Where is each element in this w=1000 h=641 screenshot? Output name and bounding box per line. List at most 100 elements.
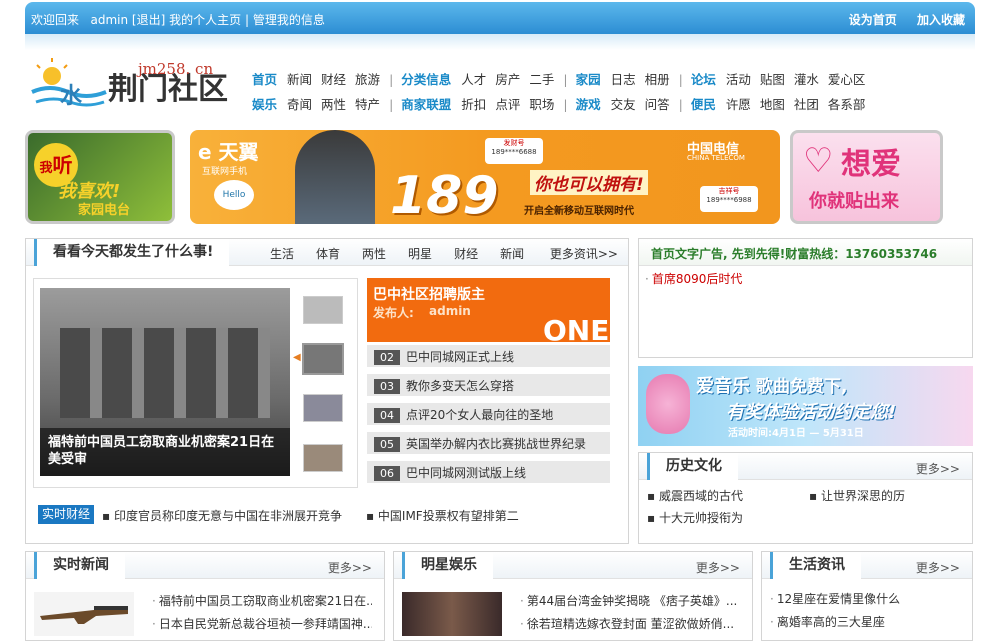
thumbnail-3[interactable] xyxy=(303,394,343,422)
site-logo[interactable]: 水 荆门社区 jm258. cn xyxy=(30,58,230,118)
nav2-item-10[interactable]: 游戏 xyxy=(576,94,601,113)
news-thumbnail[interactable] xyxy=(34,592,134,636)
nav2-item-18[interactable]: 各系部 xyxy=(828,94,866,113)
history-item[interactable]: ▪ 十大元帅授衔为 xyxy=(647,509,743,526)
nav-separator: | xyxy=(389,72,394,87)
nav-separator: | xyxy=(563,72,568,87)
nav2-item-17[interactable]: 社团 xyxy=(794,94,819,113)
add-favorite-link[interactable]: 加入收藏 xyxy=(917,13,965,27)
today-tab-0[interactable]: 生活 xyxy=(270,247,294,261)
main-nav-row-1: 首页 新闻 财经 旅游 | 分类信息 人才 房产 二手 | 家园 日志 相册 | 论坛 活动 贴图 灌水 爱心区 xyxy=(252,69,874,88)
music-title3: 有奖体验活动约定您! xyxy=(726,402,897,423)
manage-info-link[interactable]: 管理我的信息 xyxy=(253,13,325,27)
item-text: 巴中同城网正式上线 xyxy=(406,350,515,364)
thumbnail-2[interactable] xyxy=(302,343,344,375)
my-homepage-link[interactable]: 我的个人主页 xyxy=(169,13,241,27)
nav1-item-5[interactable]: 分类信息 xyxy=(401,69,451,88)
top-bar: 欢迎回来 admin [退出] 我的个人主页 | 管理我的信息 设为首页 加入收… xyxy=(25,2,975,34)
nav2-item-6[interactable]: 折扣 xyxy=(461,94,486,113)
nav2-item-16[interactable]: 地图 xyxy=(760,94,785,113)
nav1-item-7[interactable]: 房产 xyxy=(495,69,520,88)
nav1-item-11[interactable]: 日志 xyxy=(611,69,636,88)
nav2-item-2[interactable]: 两性 xyxy=(321,94,346,113)
stars-thumbnail[interactable] xyxy=(402,592,502,636)
music-banner[interactable]: 爱音乐 歌曲免费下, 有奖体验活动约定您! 活动时间:4月1日 — 5月31日 xyxy=(638,366,973,446)
nav1-item-10[interactable]: 家园 xyxy=(576,69,601,88)
tianyi-banner[interactable]: e 天翼 互联网手机 Hello 189 你也可以拥有! 开启全新移动互联网时代… xyxy=(190,130,780,224)
today-title: 看看今天都发生了什么事! xyxy=(34,239,230,266)
thumbnail-1[interactable] xyxy=(303,296,343,324)
username-link[interactable]: admin xyxy=(90,13,128,27)
history-item[interactable]: ▪ 威震西域的古代 xyxy=(647,487,743,504)
radio-banner[interactable]: 我听 我喜欢! 家园电台 xyxy=(25,130,175,224)
nav1-item-1[interactable]: 新闻 xyxy=(287,69,312,88)
today-tab-4[interactable]: 财经 xyxy=(454,247,478,261)
headline-photo[interactable]: 福特前中国员工窃取商业机密案21日在美受审 xyxy=(40,288,290,476)
nav2-item-3[interactable]: 特产 xyxy=(355,94,380,113)
ad-panel: 首页文字广告, 先到先得!财富热线：13760353746 首席8090后时代 xyxy=(638,238,973,358)
tianyi-brand: e 天翼 xyxy=(198,140,259,164)
nav1-item-2[interactable]: 财经 xyxy=(321,69,346,88)
set-homepage-link[interactable]: 设为首页 xyxy=(849,13,897,27)
featured-deco: ONE xyxy=(543,314,610,342)
nav1-item-6[interactable]: 人才 xyxy=(461,69,486,88)
numbered-item[interactable]: 02 巴中同城网正式上线 xyxy=(367,345,610,370)
nav2-item-15[interactable]: 许愿 xyxy=(726,94,751,113)
nav1-item-12[interactable]: 相册 xyxy=(645,69,670,88)
today-tab-1[interactable]: 体育 xyxy=(316,247,340,261)
item-number: 02 xyxy=(374,350,400,365)
news-item[interactable]: 福特前中国员工窃取商业机密案21日在... xyxy=(152,590,372,613)
today-tab-3[interactable]: 明星 xyxy=(408,247,432,261)
news-more-link[interactable]: 更多>> xyxy=(328,559,372,576)
stars-item[interactable]: 第44届台湾金钟奖揭晓 《痞子英雄》... xyxy=(520,590,740,613)
spokesman-image xyxy=(295,130,375,224)
nav1-item-16[interactable]: 贴图 xyxy=(760,69,785,88)
numbered-item[interactable]: 06 巴中同城网测试版上线 xyxy=(367,461,610,486)
nav2-item-7[interactable]: 点评 xyxy=(495,94,520,113)
nav1-item-0[interactable]: 首页 xyxy=(252,69,277,88)
nav2-item-12[interactable]: 问答 xyxy=(645,94,670,113)
numbered-item[interactable]: 03 教你多变天怎么穿搭 xyxy=(367,374,610,399)
finance-item[interactable]: ▪ 中国IMF投票权有望排第二 xyxy=(366,509,519,523)
love-banner[interactable]: ♡ 想爱 你就贴出来 xyxy=(790,130,943,224)
item-text: 点评20个女人最向往的圣地 xyxy=(406,408,554,422)
featured-post[interactable]: 巴中社区招聘版主 发布人: admin ONE xyxy=(367,278,610,342)
news-item[interactable]: 日本自民党新总裁谷垣祯一参拜靖国神... xyxy=(152,613,372,636)
today-more-link[interactable]: 更多资讯>> xyxy=(550,245,618,262)
nav2-item-14[interactable]: 便民 xyxy=(691,94,716,113)
nav2-item-11[interactable]: 交友 xyxy=(611,94,636,113)
life-item[interactable]: 12星座在爱情里像什么 xyxy=(770,588,965,611)
nav1-item-15[interactable]: 活动 xyxy=(726,69,751,88)
photo-people xyxy=(60,328,270,418)
numbered-item[interactable]: 05 英国举办解内衣比赛挑战世界纪录 xyxy=(367,432,610,457)
nav2-item-8[interactable]: 职场 xyxy=(529,94,554,113)
stars-item[interactable]: 徐若瑄精选嫁衣登封面 董涩欲做娇俏... xyxy=(520,613,740,636)
tianyi-tag: 开启全新移动互联网时代 xyxy=(524,206,634,217)
ad-item[interactable]: 首席8090后时代 xyxy=(645,268,966,291)
history-panel: 历史文化 更多>> ▪ 威震西域的古代 ▪ 让世界深思的历 ▪ 十大元帅授衔为 xyxy=(638,452,973,544)
life-item[interactable]: 离婚率高的三大星座 xyxy=(770,611,965,634)
history-item[interactable]: ▪ 让世界深思的历 xyxy=(809,487,905,504)
nav1-item-14[interactable]: 论坛 xyxy=(691,69,716,88)
thumbnail-4[interactable] xyxy=(303,444,343,472)
history-more-link[interactable]: 更多>> xyxy=(916,460,960,477)
life-more-link[interactable]: 更多>> xyxy=(916,559,960,576)
logout-link[interactable]: [退出] xyxy=(132,13,165,27)
music-title1: 爱音乐 xyxy=(696,376,750,397)
today-tab-5[interactable]: 新闻 xyxy=(500,247,524,261)
nav1-item-17[interactable]: 灌水 xyxy=(794,69,819,88)
nav2-item-5[interactable]: 商家联盟 xyxy=(401,94,451,113)
featured-publisher: admin xyxy=(429,304,471,318)
nav1-item-18[interactable]: 爱心区 xyxy=(828,69,866,88)
stars-more-link[interactable]: 更多>> xyxy=(696,559,740,576)
nav1-item-8[interactable]: 二手 xyxy=(529,69,554,88)
item-text: 巴中同城网测试版上线 xyxy=(406,466,527,480)
photo-caption: 福特前中国员工窃取商业机密案21日在美受审 xyxy=(40,428,290,476)
nav1-item-3[interactable]: 旅游 xyxy=(355,69,380,88)
numbered-item[interactable]: 04 点评20个女人最向往的圣地 xyxy=(367,403,610,428)
nav2-item-0[interactable]: 娱乐 xyxy=(252,94,277,113)
today-tab-2[interactable]: 两性 xyxy=(362,247,386,261)
top-bar-shade xyxy=(25,34,975,50)
finance-item[interactable]: ▪ 印度官员称印度无意与中国在非洲展开竞争 xyxy=(102,509,342,523)
nav2-item-1[interactable]: 奇闻 xyxy=(287,94,312,113)
